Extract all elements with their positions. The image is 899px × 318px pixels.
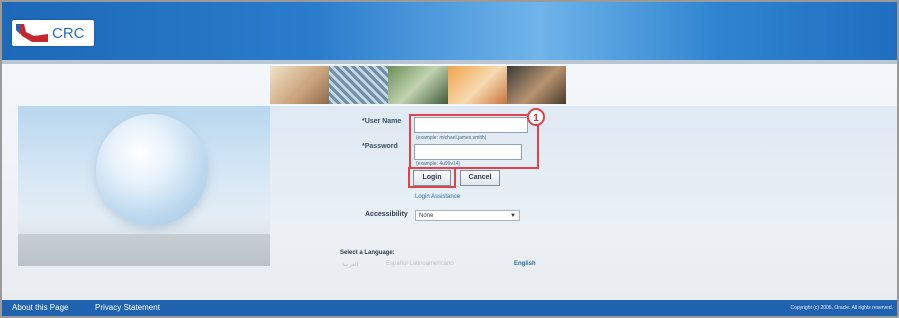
password-label: *Password xyxy=(362,143,398,150)
globe-base xyxy=(18,234,270,266)
accessibility-selected: None xyxy=(419,213,434,219)
logo-text: CRC xyxy=(52,25,85,42)
step-callout-badge: 1 xyxy=(527,108,545,126)
photo-people-icon xyxy=(270,66,330,104)
about-page-link[interactable]: About this Page xyxy=(12,303,68,312)
accessibility-select[interactable]: None ▼ xyxy=(415,210,520,221)
cancel-button[interactable]: Cancel xyxy=(460,170,500,186)
app-header: CRC xyxy=(2,2,897,60)
login-button[interactable]: Login xyxy=(413,170,451,186)
copyright-text: Copyright (c) 2006, Oracle. All rights r… xyxy=(790,305,893,311)
login-assistance-link[interactable]: Login Assistance xyxy=(415,194,460,200)
chevron-down-icon: ▼ xyxy=(510,213,516,219)
photo-woman-icon xyxy=(447,66,507,104)
footer-bar: About this Page Privacy Statement Copyri… xyxy=(2,300,897,316)
credentials-highlight xyxy=(409,114,539,169)
language-label: Select a Language: xyxy=(340,250,395,256)
state-map-icon xyxy=(16,24,48,42)
photo-strip xyxy=(270,66,567,104)
username-label: *User Name xyxy=(362,118,402,125)
privacy-statement-link[interactable]: Privacy Statement xyxy=(95,303,160,312)
crc-logo: CRC xyxy=(12,20,94,46)
photo-businessman-icon xyxy=(506,66,567,104)
photo-man-icon xyxy=(388,66,448,104)
accessibility-label: Accessibility xyxy=(365,211,408,218)
language-option-spanish[interactable]: Español Latinoamericano xyxy=(386,261,454,267)
globe-icon xyxy=(96,114,208,226)
photo-network-icon xyxy=(329,66,389,104)
language-option-english[interactable]: English xyxy=(514,261,536,267)
globe-panel xyxy=(18,106,270,266)
language-option-arabic[interactable]: العربية xyxy=(342,261,358,268)
